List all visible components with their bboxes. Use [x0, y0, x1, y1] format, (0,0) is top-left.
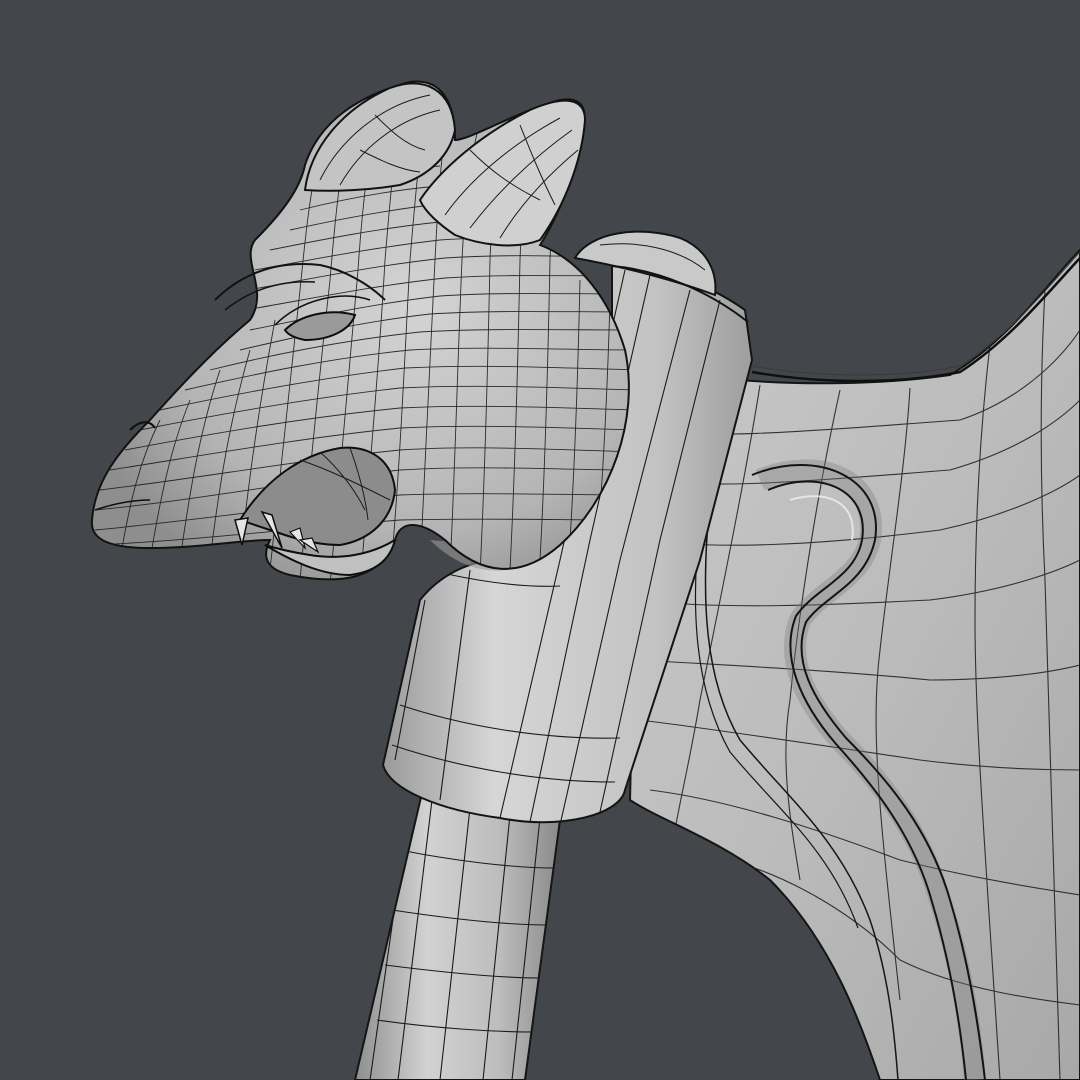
3d-viewport[interactable]	[0, 0, 1080, 1080]
viewport-canvas[interactable]	[0, 0, 1080, 1080]
handle-shaft[interactable]	[353, 778, 562, 1080]
creature-head[interactable]	[90, 80, 640, 585]
